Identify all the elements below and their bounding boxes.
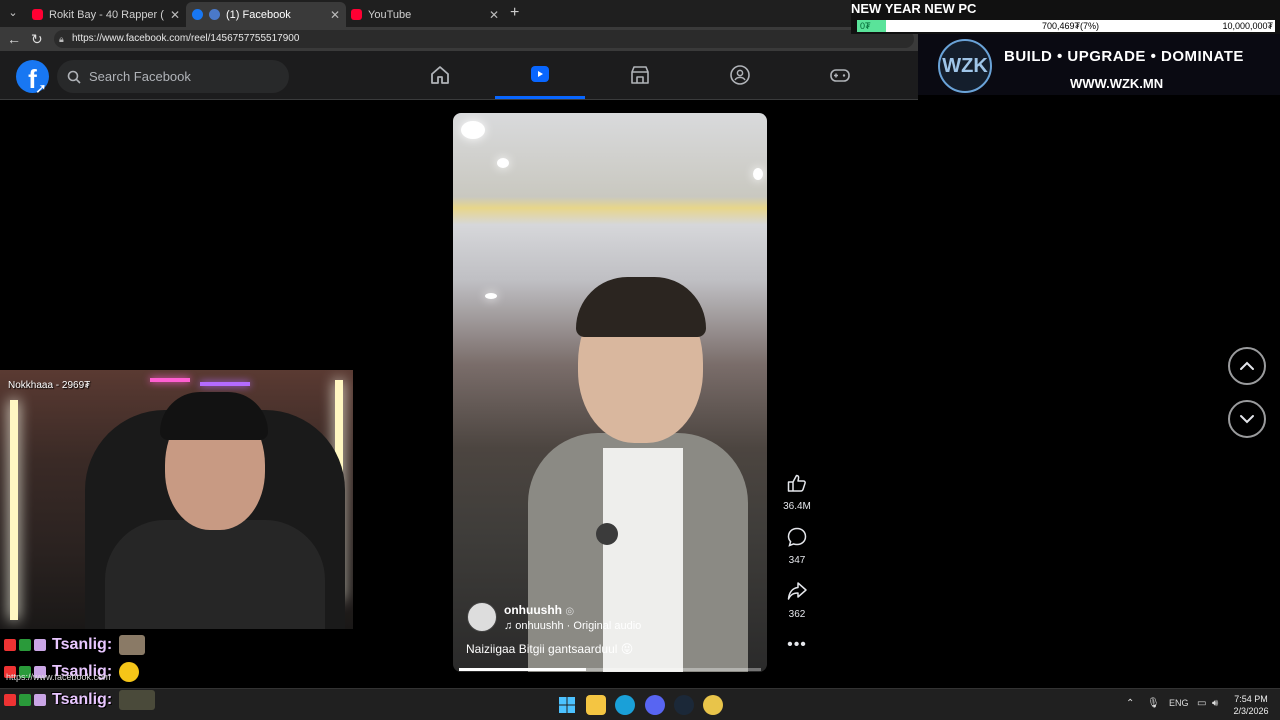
nav-gaming[interactable] (795, 51, 885, 99)
tab-youtube-rapper[interactable]: Rokit Bay - 40 Rapper (Volume Bo ✕ (26, 2, 186, 27)
marketplace-icon (631, 66, 649, 84)
thumbs-up-icon (787, 474, 806, 492)
donor-alert: Nokkhaaa - 2969₮ (8, 380, 91, 391)
reel-video[interactable]: onhuushh ◎ ♫ onhuushh · Original audio N… (453, 113, 767, 672)
donation-goal-current: 700,469₮(7%) (1042, 21, 1100, 31)
home-icon (431, 66, 449, 84)
audio-icon (209, 9, 220, 20)
mask-badge-icon (34, 639, 46, 651)
system-clock[interactable]: 7:54 PM 2/3/2026 (1226, 693, 1276, 717)
instagram-icon: ◎ (565, 606, 575, 617)
tray-overflow-icon[interactable]: ⌃ (1126, 698, 1134, 709)
share-count: 362 (788, 609, 806, 620)
chat-message: Tsanlig: (4, 690, 156, 710)
sponsor-logo: WZK (938, 39, 992, 93)
ceiling-light (485, 293, 497, 299)
chevron-up-icon (1240, 361, 1254, 370)
subscriber-badge-icon (19, 639, 31, 651)
donation-goal-title: NEW YEAR NEW PC (851, 1, 977, 16)
app-icon[interactable] (703, 695, 723, 715)
like-button[interactable]: 36.4M (777, 472, 817, 512)
steam-icon[interactable] (674, 695, 694, 715)
facebook-header: f ➚ Search Facebook (0, 51, 918, 100)
overlay-url-text: https://www.facebook.com (6, 672, 111, 682)
like-count: 36.4M (783, 501, 811, 512)
webcam-overlay: Nokkhaaa - 2969₮ (0, 370, 353, 629)
discord-icon[interactable] (645, 695, 665, 715)
address-bar: ← ↻ 🔒︎ https://www.facebook.com/reel/145… (0, 27, 918, 51)
search-input[interactable]: Search Facebook (57, 60, 289, 93)
reel-progress-fill (459, 668, 586, 671)
heart-badge-icon (4, 639, 16, 651)
previous-reel-button[interactable] (1228, 347, 1266, 385)
ceiling-light (753, 168, 763, 180)
donation-goal-start: 0₮ (860, 21, 871, 31)
reel-progress-bar[interactable] (459, 668, 761, 671)
back-icon[interactable]: ← (7, 31, 21, 47)
network-icon[interactable]: ▭ (1197, 698, 1206, 709)
tab-facebook[interactable]: (1) Facebook ✕ (186, 2, 346, 27)
donation-goal-target: 10,000,000₮ (1222, 21, 1273, 31)
chat-emote (119, 635, 146, 655)
reel-person (528, 277, 748, 672)
site-info-icon[interactable]: 🔒︎ (59, 30, 64, 48)
close-tab-icon[interactable]: ✕ (489, 8, 499, 22)
windows-start-icon[interactable] (557, 695, 577, 715)
tab-youtube[interactable]: YouTube ✕ (345, 2, 505, 27)
sponsor-url: WWW.WZK.MN (1070, 76, 1164, 91)
ceiling-light (497, 158, 509, 168)
tab-search-icon[interactable]: ⌄ (4, 4, 22, 22)
close-tab-icon[interactable]: ✕ (170, 8, 180, 22)
reload-icon[interactable]: ↻ (31, 31, 43, 48)
reel-audio[interactable]: ♫ onhuushh · Original audio (504, 620, 641, 632)
sponsor-slogan: BUILD • UPGRADE • DOMINATE (1004, 48, 1244, 65)
reel-caption: Naiziigaa Bitgii gantsaarduul 😝 (466, 642, 634, 656)
file-explorer-icon[interactable] (586, 695, 606, 715)
sponsor-banner: WZK BUILD • UPGRADE • DOMINATE WWW.WZK.M… (918, 34, 1280, 95)
share-button[interactable]: 362 (777, 580, 817, 620)
chat-emote (119, 690, 156, 710)
microphone-icon[interactable]: 🎙︎ (1147, 698, 1160, 709)
youtube-icon (32, 9, 43, 20)
heart-badge-icon (4, 694, 16, 706)
url-field[interactable]: 🔒︎ https://www.facebook.com/reel/1456757… (54, 30, 914, 48)
nav-reels[interactable] (495, 51, 585, 99)
reels-icon (531, 65, 549, 82)
lapel-mic (596, 523, 618, 545)
language-indicator[interactable]: ENG (1169, 698, 1189, 708)
gaming-icon (830, 69, 850, 82)
groups-icon (730, 65, 750, 85)
new-tab-icon[interactable]: + (510, 4, 519, 22)
facebook-icon (192, 9, 203, 20)
subscriber-badge-icon (19, 694, 31, 706)
taskbar: ⌃ 🎙︎ ENG ▭ 🔊︎ 7:54 PM 2/3/2026 (0, 688, 1280, 720)
mouse-cursor-icon: ➚ (35, 80, 47, 96)
nav-marketplace[interactable] (595, 51, 685, 99)
reel-author[interactable]: onhuushh ◎ (504, 603, 574, 617)
comment-icon (787, 527, 807, 547)
chevron-down-icon (1240, 415, 1254, 424)
ring-light (10, 400, 18, 620)
donation-goal-bar: 0₮ 700,469₮(7%) 10,000,000₮ (857, 20, 1275, 32)
author-avatar[interactable] (467, 602, 497, 632)
volume-icon[interactable]: 🔊︎ (1212, 698, 1218, 709)
comment-count: 347 (788, 555, 806, 566)
donation-goal-overlay: NEW YEAR NEW PC 0₮ 700,469₮(7%) 10,000,0… (851, 0, 1280, 34)
nav-groups[interactable] (695, 51, 785, 99)
share-icon (787, 582, 807, 600)
nav-home[interactable] (395, 51, 485, 99)
chat-emote (119, 662, 140, 682)
ceiling-light (461, 121, 485, 139)
edge-icon[interactable] (615, 695, 635, 715)
close-tab-icon[interactable]: ✕ (330, 8, 340, 22)
chat-message: Tsanlig: (4, 635, 146, 655)
mask-badge-icon (34, 694, 46, 706)
comment-button[interactable]: 347 (777, 526, 817, 566)
more-options-icon[interactable]: ••• (777, 636, 817, 654)
youtube-icon (351, 9, 362, 20)
next-reel-button[interactable] (1228, 400, 1266, 438)
search-icon (67, 70, 81, 84)
